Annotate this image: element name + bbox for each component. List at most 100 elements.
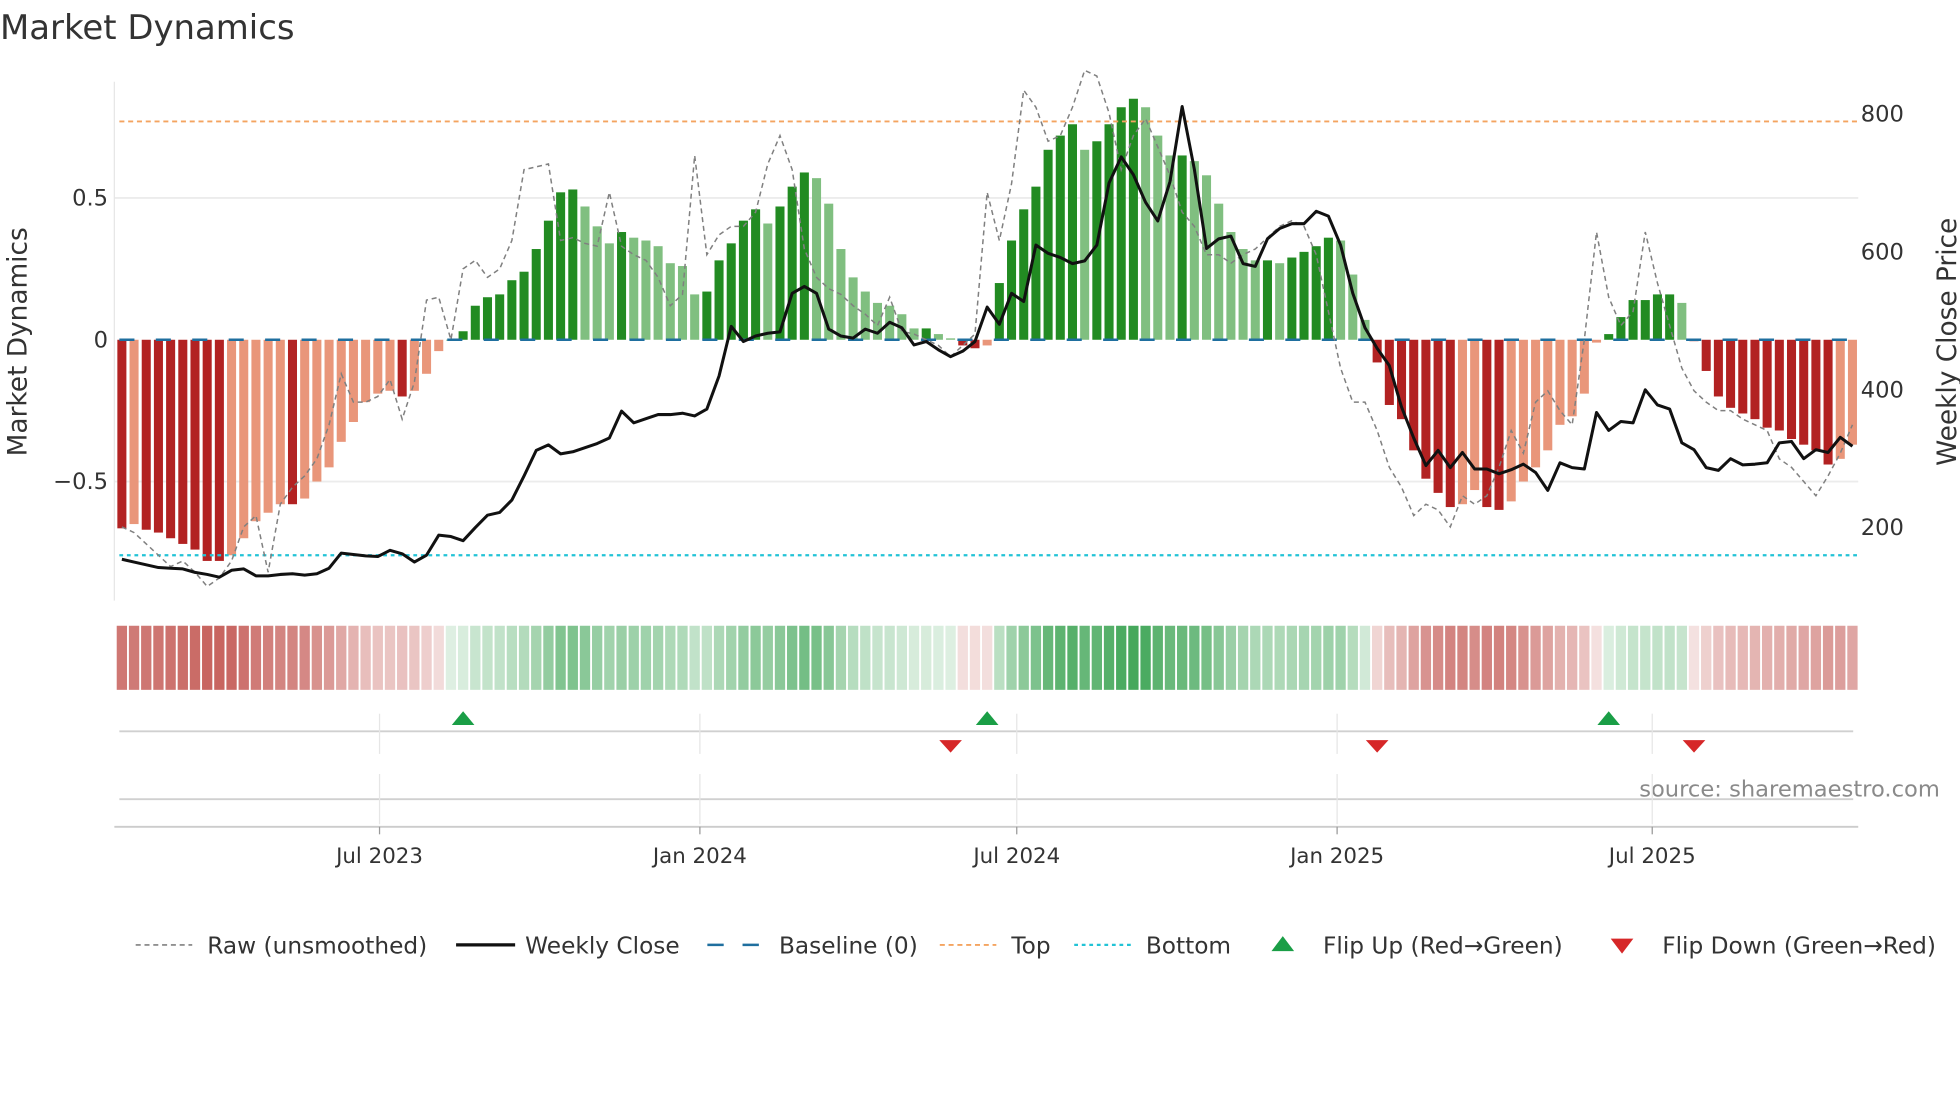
heat-cell: [1396, 625, 1407, 690]
bar: [373, 339, 383, 394]
lines: [119, 69, 1859, 588]
bar: [153, 339, 163, 533]
heat-cell: [494, 625, 505, 690]
bar: [702, 291, 712, 340]
heat-cell: [896, 625, 908, 690]
bar: [604, 243, 614, 340]
x-ticks: Jul 2023 Jan 2024 Jul 2024 Jan 2025 Jul 2025: [334, 713, 1696, 869]
heat-cell: [860, 625, 871, 690]
axes: 0.5 0 −0.5 800 600 400 200: [53, 102, 1904, 541]
bar: [787, 186, 797, 340]
flip-up-marker: [451, 711, 475, 726]
flip-down-icon: [1610, 938, 1634, 954]
heat-cell: [1445, 625, 1456, 690]
bar: [1543, 339, 1553, 451]
heat-cell: [1554, 625, 1566, 690]
heat-cell: [908, 625, 920, 690]
heat-strip: [116, 625, 1858, 690]
heat-cell: [738, 625, 749, 690]
heat-cell: [1335, 625, 1346, 690]
heat-cell: [1676, 625, 1687, 690]
heat-cell: [1761, 625, 1773, 690]
bar: [1287, 257, 1297, 340]
heat-cell: [1774, 625, 1785, 690]
bar: [1518, 339, 1528, 482]
heat-cell: [689, 625, 700, 690]
heat-cell: [1286, 625, 1297, 690]
bar: [1701, 339, 1711, 371]
heat-cell: [348, 625, 359, 690]
heat-cell: [141, 625, 152, 690]
heat-cell: [921, 625, 932, 690]
bar: [1275, 263, 1285, 340]
heat-cell: [518, 625, 530, 690]
bar: [738, 220, 748, 340]
heat-cell: [1298, 625, 1310, 690]
legend-label: Top: [1010, 933, 1050, 960]
bar: [982, 339, 992, 346]
y2-tick-label: 400: [1861, 377, 1904, 403]
bar: [1750, 339, 1760, 420]
legend-label: Bottom: [1146, 933, 1231, 960]
bar: [324, 339, 334, 468]
bar: [1726, 339, 1736, 408]
chart-title: Market Dynamics: [0, 8, 295, 47]
bar: [714, 260, 724, 340]
heat-cell: [1615, 625, 1627, 690]
heat-cell: [652, 625, 664, 690]
y-tick-label: 0: [94, 327, 108, 353]
market-dynamics-chart: Market Dynamics 0.5 0 −0.5 800 600 400 200 Mar…: [0, 8, 1960, 960]
legend-item-flip-up: Flip Up (Red→Green): [1271, 933, 1563, 960]
heat-cell: [470, 625, 481, 690]
heat-cell: [1067, 625, 1078, 690]
bar: [1055, 135, 1065, 340]
heat-cell: [1079, 625, 1090, 690]
heat-cell: [445, 625, 457, 690]
heat-cell: [1664, 625, 1675, 690]
heat-cell: [1091, 625, 1102, 690]
heat-cell: [1420, 625, 1432, 690]
bar: [1311, 246, 1321, 340]
heat-cell: [275, 625, 286, 690]
bar: [677, 266, 688, 340]
heat-cell: [1042, 625, 1054, 690]
heat-cell: [457, 625, 469, 690]
bar: [409, 339, 419, 391]
bar: [1177, 155, 1187, 340]
heat-cell: [823, 625, 834, 690]
bar: [434, 339, 444, 352]
heat-cell: [1640, 625, 1651, 690]
x-tick-label: Jan 2025: [1288, 844, 1384, 869]
bar: [1786, 339, 1797, 440]
bar: [763, 223, 773, 340]
heat-cell: [872, 625, 883, 690]
heat-cell: [1652, 625, 1663, 690]
bar: [1226, 232, 1236, 340]
heat-cell: [250, 625, 262, 690]
bar: [422, 339, 432, 374]
heat-cell: [1493, 625, 1505, 690]
heat-cell: [482, 625, 493, 690]
bar: [214, 339, 224, 561]
bar: [129, 339, 139, 525]
heat-cell: [1323, 625, 1334, 690]
heat-cell: [1481, 625, 1492, 690]
heat-cell: [384, 625, 396, 690]
heat-cell: [1688, 625, 1700, 690]
bar: [1457, 339, 1467, 505]
heat-cell: [1725, 625, 1736, 690]
bar: [239, 339, 249, 539]
bar: [361, 339, 371, 403]
bar: [848, 277, 858, 340]
bar: [531, 249, 541, 340]
bar: [117, 339, 127, 529]
bar: [166, 339, 176, 539]
heat-cell: [397, 625, 408, 690]
heat-cell: [628, 625, 639, 690]
heat-cell: [1189, 625, 1200, 690]
bar: [1811, 339, 1821, 451]
heat-cell: [884, 625, 895, 690]
heat-cell: [226, 625, 237, 690]
heat-cell: [1786, 625, 1797, 690]
bar: [1640, 300, 1650, 340]
